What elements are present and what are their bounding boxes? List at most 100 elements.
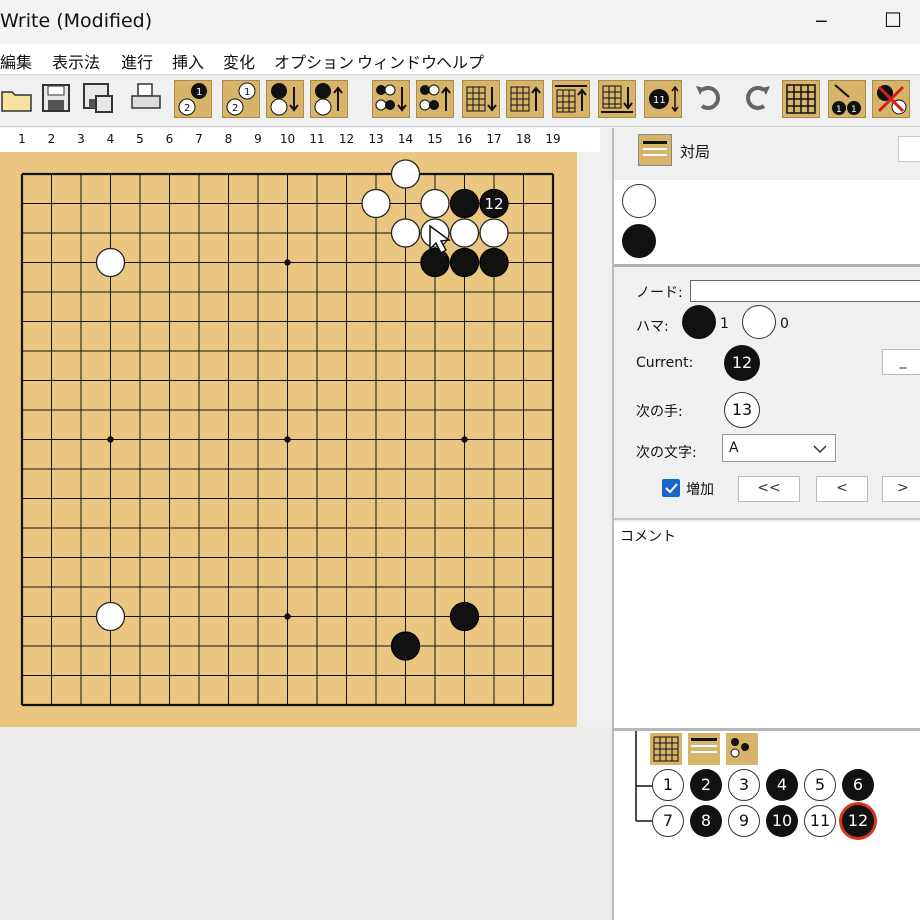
- menu-window[interactable]: ウィンドウ: [357, 49, 437, 73]
- star-point: [284, 436, 291, 443]
- divider: [614, 518, 920, 520]
- minimize-button[interactable]: ‒: [815, 8, 828, 32]
- svg-text:1: 1: [244, 87, 250, 98]
- tree-game-info-icon[interactable]: [688, 733, 720, 765]
- first-line-icon[interactable]: [462, 80, 500, 118]
- next-move-stone: 13: [724, 392, 760, 428]
- comment-panel: コメント: [614, 522, 920, 728]
- column-number: 8: [224, 132, 233, 146]
- more-button[interactable]: _: [882, 349, 920, 375]
- players-panel: [614, 180, 920, 264]
- move-4-icon[interactable]: [310, 80, 348, 118]
- column-numbers: 1 2 3 4 5 6 7 8 9 10 11 12 13 14 15 16 1…: [0, 128, 600, 152]
- next-char-label: 次の文字:: [636, 445, 697, 461]
- next-button[interactable]: >: [882, 476, 920, 502]
- print-icon[interactable]: [128, 80, 164, 116]
- menu-help[interactable]: ヘルプ: [436, 49, 484, 73]
- tree-move-3[interactable]: 3: [728, 769, 760, 801]
- redo-icon[interactable]: [738, 80, 774, 116]
- svg-text:2: 2: [184, 103, 190, 114]
- tree-move-1[interactable]: 1: [652, 769, 684, 801]
- white-captures-count: 0: [780, 316, 789, 332]
- menu-insert[interactable]: 挿入: [172, 49, 204, 73]
- last-line-icon[interactable]: [506, 80, 544, 118]
- stone-number-label: 12: [484, 195, 503, 213]
- check-icon: [665, 483, 678, 494]
- current-move-stone: 12: [724, 345, 760, 381]
- grid-top-icon[interactable]: [552, 80, 590, 118]
- grid-bottom-icon[interactable]: [598, 80, 636, 118]
- save-icon[interactable]: [38, 80, 74, 116]
- next-char-value: A: [729, 440, 739, 456]
- column-number: 11: [309, 132, 325, 146]
- move-1-icon[interactable]: 12: [174, 80, 212, 118]
- move-3-icon[interactable]: [266, 80, 304, 118]
- game-header: 対局: [614, 128, 920, 180]
- node-panel: ノード: ハマ: 1 0: [614, 267, 920, 341]
- increment-label: 増加: [686, 482, 714, 498]
- tree-move-2[interactable]: 2: [690, 769, 722, 801]
- tree-move-12[interactable]: 12: [842, 805, 874, 837]
- menu-notation[interactable]: 表示法: [52, 49, 100, 73]
- menu-edit[interactable]: 編集: [0, 49, 32, 73]
- tree-move-9[interactable]: 9: [728, 805, 760, 837]
- open-icon[interactable]: [0, 80, 36, 116]
- tree-move-11[interactable]: 11: [804, 805, 836, 837]
- number-toggle-icon[interactable]: 11: [644, 80, 682, 118]
- black-captures-stone: [682, 305, 716, 339]
- column-number: 2: [47, 132, 56, 146]
- maximize-button[interactable]: ☐: [884, 8, 902, 32]
- column-number: 18: [515, 132, 532, 146]
- svg-text:11: 11: [653, 95, 666, 106]
- undo-icon[interactable]: [692, 80, 728, 116]
- menu-variation[interactable]: 変化: [223, 49, 255, 73]
- node-field[interactable]: [690, 280, 920, 302]
- prev-moves-icon[interactable]: [416, 80, 454, 118]
- tree-board-icon[interactable]: [650, 733, 682, 765]
- tree-move-8[interactable]: 8: [690, 805, 722, 837]
- comment-textarea[interactable]: [614, 548, 920, 726]
- column-number: 7: [195, 132, 203, 146]
- column-number: 19: [545, 132, 561, 146]
- white-player-stone: [622, 184, 656, 218]
- column-number: 6: [165, 132, 174, 146]
- column-number: 9: [254, 132, 262, 146]
- comment-label: コメント: [620, 529, 676, 545]
- prev-button[interactable]: <: [816, 476, 868, 502]
- game-panel-button[interactable]: [898, 136, 920, 162]
- tree-move-7[interactable]: 7: [652, 805, 684, 837]
- svg-text:1: 1: [196, 87, 202, 98]
- column-number: 1: [18, 132, 26, 146]
- column-number: 3: [77, 132, 85, 146]
- tree-move-5[interactable]: 5: [804, 769, 836, 801]
- tree-setup-icon[interactable]: [726, 733, 758, 765]
- white-stone: [95, 601, 126, 632]
- increment-checkbox[interactable]: [662, 479, 680, 497]
- go-board[interactable]: 12: [0, 152, 577, 727]
- first-button[interactable]: <<: [738, 476, 800, 502]
- white-stone: [361, 188, 391, 219]
- star-point: [107, 436, 114, 443]
- save-as-icon[interactable]: [80, 80, 116, 116]
- column-number: 17: [486, 132, 502, 146]
- white-stone: [390, 159, 421, 189]
- white-stone: [95, 247, 126, 278]
- black-stone: [420, 247, 450, 278]
- tree-move-6[interactable]: 6: [842, 769, 874, 801]
- board-grid-icon[interactable]: [782, 80, 820, 118]
- tree-move-4[interactable]: 4: [766, 769, 798, 801]
- move-2-icon[interactable]: 12: [222, 80, 260, 118]
- next-char-select[interactable]: A: [722, 434, 836, 462]
- delete-stone-icon[interactable]: [872, 80, 910, 118]
- black-stone: [449, 247, 480, 278]
- auto-number-icon[interactable]: 11: [828, 80, 866, 118]
- menu-progress[interactable]: 進行: [121, 49, 153, 73]
- tree-move-10[interactable]: 10: [766, 805, 798, 837]
- game-info-icon[interactable]: [638, 134, 672, 166]
- column-number: 15: [427, 132, 443, 146]
- black-stone: [449, 188, 480, 219]
- next-move-label: 次の手:: [636, 404, 683, 420]
- next-moves-icon[interactable]: [372, 80, 410, 118]
- column-number: 14: [397, 132, 414, 146]
- menu-options[interactable]: オプション: [274, 49, 354, 73]
